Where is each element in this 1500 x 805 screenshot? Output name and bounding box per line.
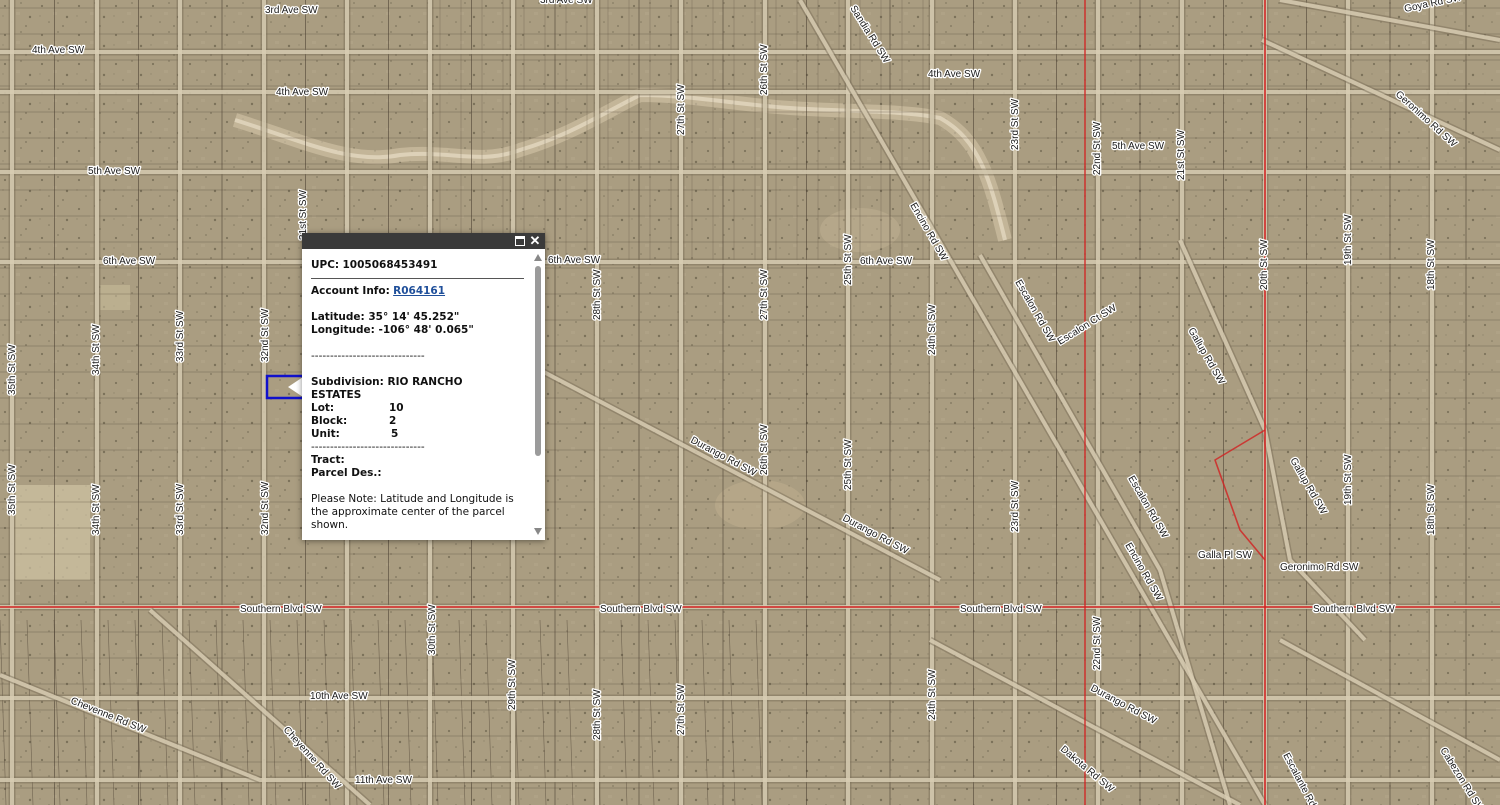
road-label: 29th St SW [507,659,518,710]
scroll-thumb[interactable] [535,266,541,456]
road-label: 34th St SW [91,484,102,535]
popup-scrollbar[interactable] [534,254,543,535]
road-label: 27th St SW [759,269,770,320]
road-label: 23rd St SW [1010,98,1021,150]
road-label: 33rd St SW [175,483,186,535]
note-text: Please Note: Latitude and Longitude is t… [311,493,514,531]
lot-label: Lot: [311,402,335,414]
road-label: 4th Ave SW [276,87,329,98]
road-label: 11th Ave SW [355,775,412,786]
tract-label: Tract: [311,454,345,466]
popup-pointer [288,377,303,397]
road-label: Southern Blvd SW [240,604,322,615]
road-label: 4th Ave SW [32,45,85,56]
road-label: 26th St SW [759,44,770,95]
road-label: 25th St SW [843,234,854,285]
road-label: 19th St SW [1343,454,1354,505]
popup-titlebar[interactable]: ✕ [302,233,545,249]
subdivision-text-cont: ESTATES [311,389,362,401]
lot-value: 10 [389,402,404,414]
road-label: 27th St SW [676,84,687,135]
road-label: 21st St SW [1176,129,1187,180]
maximize-icon[interactable] [514,235,526,247]
road-label: 32nd St SW [260,481,271,535]
road-label: Southern Blvd SW [600,604,682,615]
road-label: 35th St SW [7,344,18,395]
upc-value: 1005068453491 [342,259,438,271]
road-label: 22nd St SW [1092,616,1103,670]
upc-label: UPC: [311,259,340,271]
road-label: 26th St SW [759,424,770,475]
road-label: 5th Ave SW [88,166,141,177]
scroll-down-icon[interactable] [534,528,542,535]
road-label: 4th Ave SW [928,69,981,80]
road-label: 28th St SW [592,689,603,740]
subdivision-text: Subdivision: RIO RANCHO [311,376,463,388]
road-label: Southern Blvd SW [1313,604,1395,615]
map-canvas[interactable]: 3rd Ave SW 3rd Ave SW 4th Ave SW 4th Ave… [0,0,1500,805]
latitude-text: Latitude: 35° 14' 45.252" [311,311,460,323]
scroll-up-icon[interactable] [534,254,542,261]
account-label: Account Info: [311,285,390,297]
road-label: 3rd Ave SW [265,5,318,16]
account-link[interactable]: R064161 [393,285,445,297]
road-label: 28th St SW [592,269,603,320]
road-label: 18th St SW [1426,484,1437,535]
block-value: 2 [389,415,397,427]
separator: ------------------------------ [311,441,425,453]
road-label: 33rd St SW [175,310,186,362]
block-label: Block: [311,415,348,427]
parcel-des-label: Parcel Des.: [311,467,382,479]
unit-value: 5 [391,428,399,440]
road-label: 30th St SW [427,604,438,655]
road-label: 6th Ave SW [860,256,913,267]
road-label: Galla Pl SW [1198,550,1252,561]
road-label: 24th St SW [927,304,938,355]
longitude-text: Longitude: -106° 48' 0.065" [311,324,474,336]
road-label: 25th St SW [843,439,854,490]
road-label: 3rd Ave SW [540,0,593,6]
road-label: 6th Ave SW [103,256,156,267]
separator: ------------------------------ [311,350,425,362]
road-label: 24th St SW [927,669,938,720]
road-label: 34th St SW [91,324,102,375]
road-label: 20th St SW [1259,239,1270,290]
road-label: Southern Blvd SW [960,604,1042,615]
road-label: 23rd St SW [1010,480,1021,532]
parcel-info-popup: ✕ UPC: 1005068453491 Account Info: R0641… [302,233,545,540]
road-label: Geronimo Rd SW [1280,562,1359,573]
road-label: 6th Ave SW [548,255,601,266]
road-label: 35th St SW [7,464,18,515]
road-label: 10th Ave SW [310,691,368,702]
divider [311,278,524,279]
road-label: 27th St SW [676,684,687,735]
road-label: 19th St SW [1343,214,1354,265]
road-label: 22nd St SW [1092,121,1103,175]
road-label: 32nd St SW [260,308,271,362]
unit-label: Unit: [311,428,340,440]
road-label: 5th Ave SW [1112,141,1165,152]
popup-content: UPC: 1005068453491 Account Info: R064161… [311,259,526,532]
close-icon[interactable]: ✕ [529,234,541,247]
road-label: 18th St SW [1426,239,1437,290]
